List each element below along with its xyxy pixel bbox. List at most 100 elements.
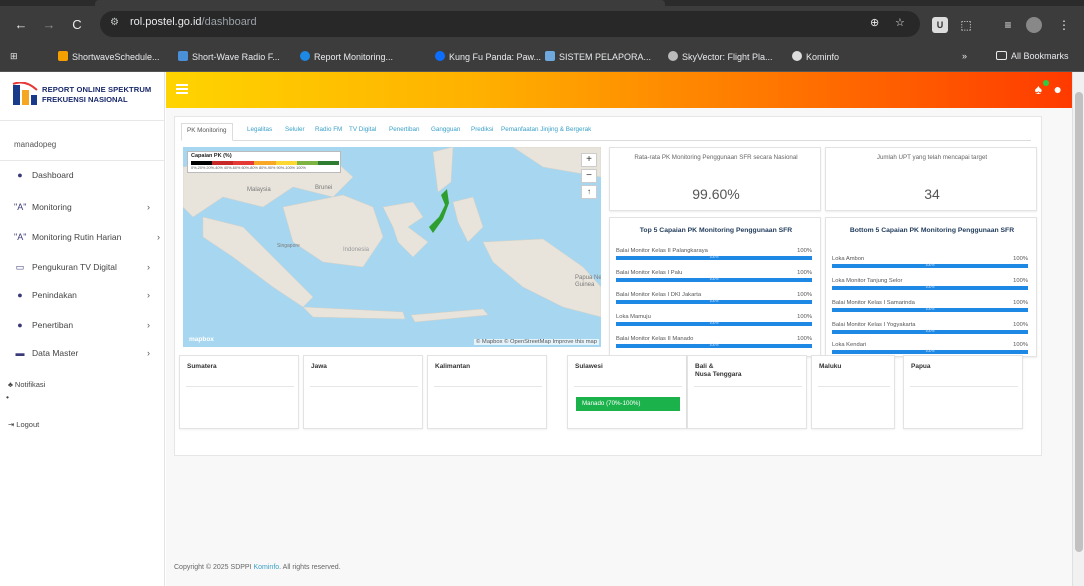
region-name-line1: Bali & xyxy=(695,363,714,370)
bottom5-title: Bottom 5 Capaian PK Monitoring Penggunaa… xyxy=(849,227,1015,234)
site-info-icon[interactable]: ⚙ xyxy=(110,17,119,28)
sidebar-item-penindakan[interactable]: ● Penindakan › xyxy=(14,290,162,306)
bookmark-label: ShortwaveSchedule... xyxy=(72,52,160,62)
url-host: rol.postel.go.id xyxy=(130,16,202,28)
sidebar-item-label: Monitoring Rutin Harian xyxy=(32,232,122,242)
map-landmass xyxy=(282,194,384,268)
tab-pemanfaatan[interactable]: Pemanfaatan Jinjing & Bergerak xyxy=(501,126,591,133)
url-text[interactable]: rol.postel.go.id/dashboard xyxy=(130,16,257,28)
row-percent: 100% xyxy=(1013,256,1028,262)
sidebar-item-monitoring[interactable]: "A" Monitoring › xyxy=(14,202,162,218)
bookmark-item[interactable]: Kung Fu Panda: Paw... xyxy=(435,51,541,62)
region-card-kalimantan[interactable]: Kalimantan xyxy=(427,355,547,429)
notifikasi-label: Notifikasi xyxy=(14,380,46,389)
logout-link[interactable]: ⇥ Logout xyxy=(8,420,156,436)
tab-prediksi[interactable]: Prediksi xyxy=(471,126,493,133)
footer-link[interactable]: Kominfo xyxy=(253,564,279,571)
region-card-sumatera[interactable]: Sumatera xyxy=(179,355,299,429)
bookmark-star-icon[interactable]: ☆ xyxy=(895,16,905,29)
tab-penertiban[interactable]: Penertiban xyxy=(389,126,419,133)
region-card-maluku[interactable]: Maluku xyxy=(811,355,895,429)
extensions-puzzle-icon[interactable]: ⬚ xyxy=(958,17,974,33)
forward-icon[interactable]: → xyxy=(38,14,60,36)
legend-ranges: 0%-20% 20%-40% 40%-60% 60%-80% 80%-90% 9… xyxy=(191,166,306,170)
sidebar-item-dashboard[interactable]: ● Dashboard xyxy=(14,170,162,186)
bookmark-item[interactable]: SISTEM PELAPORA... xyxy=(545,51,651,62)
hamburger-menu-icon[interactable] xyxy=(176,84,188,94)
row-name: Balai Monitor Kelas I DKI Jakarta xyxy=(616,292,702,298)
profile-avatar[interactable] xyxy=(1026,17,1042,33)
user-account-icon[interactable]: ● xyxy=(1054,81,1062,97)
reading-list-icon[interactable]: ≡ xyxy=(1000,17,1016,33)
plane-icon xyxy=(668,51,678,61)
row-name: Balai Monitor Kelas I Palu xyxy=(616,270,683,276)
page-icon xyxy=(178,51,188,61)
divider xyxy=(0,120,165,121)
progress-bar: 100% xyxy=(832,307,1028,312)
map-view[interactable]: Capaian PK (%) 0%-20% 20%-40% 40%-60% 60… xyxy=(183,147,601,347)
compass-icon[interactable]: ↑ xyxy=(581,185,597,199)
chevron-right-icon: › xyxy=(147,262,150,272)
bookmark-item[interactable]: Kominfo xyxy=(792,51,839,62)
tab-tv-digital[interactable]: TV Digital xyxy=(349,126,376,133)
region-badge-manado[interactable]: Manado (70%-100%) xyxy=(576,397,680,411)
progress-label: 100% xyxy=(925,307,935,311)
more-bookmarks-button[interactable]: » xyxy=(962,51,967,61)
tab-radio-fm[interactable]: Radio FM xyxy=(315,126,342,133)
sidebar-item-monitoring-rutin-harian[interactable]: "A" Monitoring Rutin Harian › xyxy=(14,232,162,248)
tab-legalitas[interactable]: Legalitas xyxy=(247,126,272,133)
all-bookmarks-button[interactable]: All Bookmarks xyxy=(996,51,1069,61)
row-percent: 100% xyxy=(1013,322,1028,328)
notification-bell-icon[interactable]: ♠ xyxy=(1035,80,1049,97)
bookmark-label: Kominfo xyxy=(806,52,840,62)
sidebar: REPORT ONLINE SPEKTRUM FREKUENSI NASIONA… xyxy=(0,72,165,586)
map-landmass xyxy=(382,201,429,258)
map-attribution[interactable]: © Mapbox © OpenStreetMap Improve this ma… xyxy=(474,339,599,345)
region-card-sulawesi[interactable]: Sulawesi Manado (70%-100%) xyxy=(567,355,687,429)
bookmark-label: Short-Wave Radio F... xyxy=(192,52,280,62)
tab-pk-monitoring[interactable]: PK Monitoring xyxy=(181,123,233,141)
row-percent: 100% xyxy=(797,336,812,342)
tab-seluler[interactable]: Seluler xyxy=(285,126,305,133)
top5-row: Balai Monitor Kelas I DKI Jakarta 100% 100… xyxy=(616,292,812,308)
reload-icon[interactable]: C xyxy=(66,14,88,36)
app: REPORT ONLINE SPEKTRUM FREKUENSI NASIONA… xyxy=(0,72,1084,586)
tab-gangguan[interactable]: Gangguan xyxy=(431,126,460,133)
bookmark-item[interactable]: SkyVector: Flight Pla... xyxy=(668,51,773,62)
row-percent: 100% xyxy=(797,292,812,298)
sidebar-item-pengukuran-tv-digital[interactable]: ▭ Pengukuran TV Digital › xyxy=(14,262,162,278)
bookmark-item[interactable]: Short-Wave Radio F... xyxy=(178,51,280,62)
address-bar[interactable]: ⚙ rol.postel.go.id/dashboard ⊕ ☆ xyxy=(100,11,920,37)
scrollbar-thumb[interactable] xyxy=(1075,92,1083,552)
back-icon[interactable]: ← xyxy=(10,14,32,36)
chevron-right-icon: › xyxy=(147,348,150,358)
sulawesi-utara-highlight[interactable] xyxy=(429,189,449,233)
sidebar-item-penertiban[interactable]: ● Penertiban › xyxy=(14,320,162,336)
logo-subtitle: FREKUENSI NASIONAL xyxy=(42,95,128,104)
region-card-jawa[interactable]: Jawa xyxy=(303,355,423,429)
region-card-papua[interactable]: Papua xyxy=(903,355,1023,429)
chevron-right-icon: › xyxy=(157,232,160,242)
app-logo[interactable]: REPORT ONLINE SPEKTRUM FREKUENSI NASIONA… xyxy=(8,78,168,112)
extension-icon[interactable]: U xyxy=(932,17,948,33)
zoom-icon[interactable]: ⊕ xyxy=(870,16,879,29)
sidebar-item-data-master[interactable]: ▬ Data Master › xyxy=(14,348,162,364)
bookmark-item[interactable]: ShortwaveSchedule... xyxy=(58,51,160,62)
mapbox-logo[interactable]: mapbox xyxy=(189,336,214,343)
region-card-bali-nusa-tenggara[interactable]: Bali & Nusa Tenggara xyxy=(687,355,807,429)
divider xyxy=(186,386,294,387)
top-bar: ♠ ● xyxy=(166,72,1072,108)
page-scrollbar[interactable] xyxy=(1072,72,1084,586)
notification-dot xyxy=(1042,80,1049,86)
map-label-papua: Papua New Guinea xyxy=(575,275,601,288)
zoom-in-button[interactable]: + xyxy=(581,153,597,167)
zoom-out-button[interactable]: − xyxy=(581,169,597,183)
bookmark-label: SkyVector: Flight Pla... xyxy=(682,52,773,62)
menu-kebab-icon[interactable]: ⋮ xyxy=(1056,17,1072,33)
divider xyxy=(434,386,542,387)
notification-link[interactable]: ♣ Notifikasi xyxy=(8,380,156,396)
apps-grid-icon[interactable]: ⊞ xyxy=(10,51,18,62)
footer: Copyright © 2025 SDPPI Kominfo. All righ… xyxy=(174,564,341,571)
sidebar-item-label: Dashboard xyxy=(32,170,74,180)
bookmark-item[interactable]: Report Monitoring... xyxy=(300,51,393,62)
